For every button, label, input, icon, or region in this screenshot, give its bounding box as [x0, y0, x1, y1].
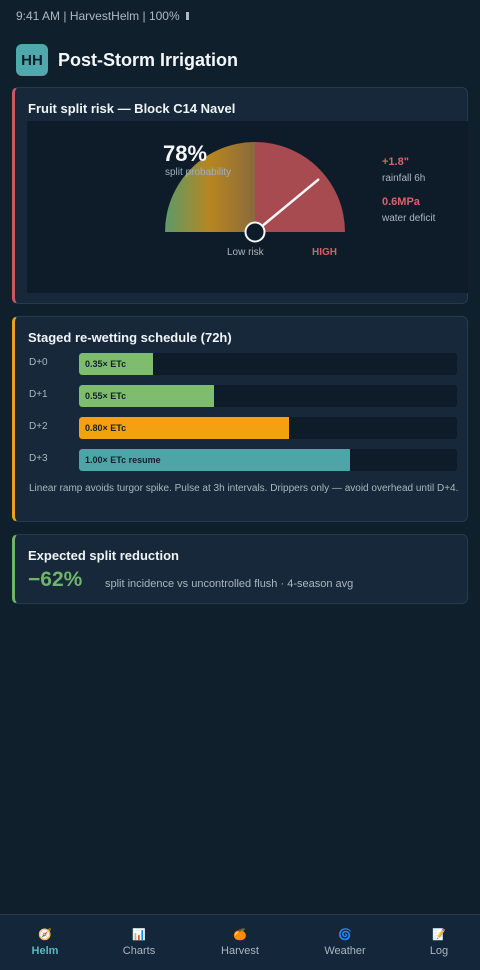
- risk-card-title: Fruit split risk — Block C14 Navel: [28, 101, 236, 116]
- nav-item-charts[interactable]: 📊 Charts: [99, 915, 179, 970]
- low-risk-label: Low risk: [227, 247, 264, 258]
- status-text: 9:41 AM | HarvestHelm | 100%: [16, 9, 180, 23]
- schedule-note: Linear ramp avoids turgor spike. Pulse a…: [29, 483, 459, 494]
- high-risk-label: HIGH: [312, 247, 337, 258]
- reduction-card-title: Expected split reduction: [28, 548, 179, 563]
- schedule-row: D+0 0.35× ETc: [29, 353, 457, 375]
- nav-label: Charts: [122, 945, 156, 957]
- schedule-bar-track: 0.35× ETc: [79, 353, 457, 375]
- rewetting-schedule-card: Staged re-wetting schedule (72h) D+0 0.3…: [12, 316, 468, 522]
- status-bar: 9:41 AM | HarvestHelm | 100%: [16, 9, 189, 23]
- schedule-day-label: D+0: [29, 357, 48, 368]
- chart-icon: 📊: [132, 929, 146, 941]
- nav-label: Log: [429, 945, 449, 957]
- app-header: HH Post-Storm Irrigation: [16, 44, 238, 76]
- gauge-pivot: [244, 221, 266, 243]
- schedule-bar-track: 0.55× ETc: [79, 385, 457, 407]
- reduction-description: split incidence vs uncontrolled flush · …: [105, 578, 354, 590]
- nav-item-weather[interactable]: 🌀 Weather: [305, 915, 385, 970]
- nav-item-harvest[interactable]: 🍊 Harvest: [200, 915, 280, 970]
- compass-icon: 🧭: [38, 929, 52, 941]
- schedule-bar-track: 1.00× ETc resume: [79, 449, 457, 471]
- gauge-high-zone: [255, 142, 345, 232]
- memo-icon: 📝: [432, 929, 446, 941]
- schedule-bar-label: 1.00× ETc resume: [85, 455, 161, 465]
- orange-icon: 🍊: [233, 929, 247, 941]
- gauge-panel: 78% split probability Low risk HIGH +1.8…: [27, 121, 468, 293]
- schedule-row: D+2 0.80× ETc: [29, 417, 457, 439]
- schedule-card-title: Staged re-wetting schedule (72h): [28, 330, 232, 345]
- nav-item-log[interactable]: 📝 Log: [399, 915, 479, 970]
- schedule-day-label: D+2: [29, 421, 48, 432]
- split-risk-card: Fruit split risk — Block C14 Navel 78% s…: [12, 87, 468, 304]
- nav-label: Harvest: [221, 945, 259, 957]
- page-title: Post-Storm Irrigation: [58, 49, 239, 70]
- split-probability-value: 78%: [163, 141, 208, 166]
- nav-item-helm[interactable]: 🧭 Helm: [5, 915, 85, 970]
- schedule-bar-label: 0.35× ETc: [85, 359, 127, 369]
- schedule-day-label: D+3: [29, 453, 48, 464]
- nav-label: Weather: [324, 945, 366, 957]
- schedule-bar-track: 0.80× ETc: [79, 417, 457, 439]
- schedule-bar-label: 0.80× ETc: [85, 423, 127, 433]
- battery-icon: [185, 12, 189, 20]
- rainfall-value: +1.8": [382, 156, 409, 168]
- reduction-value: −62%: [28, 568, 83, 591]
- schedule-day-label: D+1: [29, 389, 48, 400]
- app-logo: HH: [16, 44, 48, 76]
- cyclone-icon: 🌀: [338, 929, 352, 941]
- schedule-bar-label: 0.55× ETc: [85, 391, 127, 401]
- split-probability-label: split probability: [165, 167, 232, 178]
- nav-label: Helm: [31, 945, 59, 957]
- schedule-row: D+3 1.00× ETc resume: [29, 449, 457, 471]
- water-deficit-label: water deficit: [382, 213, 436, 224]
- schedule-row: D+1 0.55× ETc: [29, 385, 457, 407]
- split-reduction-card: Expected split reduction −62% split inci…: [12, 534, 468, 604]
- bottom-nav: 🧭 Helm 📊 Charts 🍊 Harvest 🌀 Weather 📝 Lo…: [0, 914, 480, 970]
- water-deficit-value: 0.6MPa: [382, 196, 420, 208]
- rainfall-label: rainfall 6h: [382, 173, 426, 184]
